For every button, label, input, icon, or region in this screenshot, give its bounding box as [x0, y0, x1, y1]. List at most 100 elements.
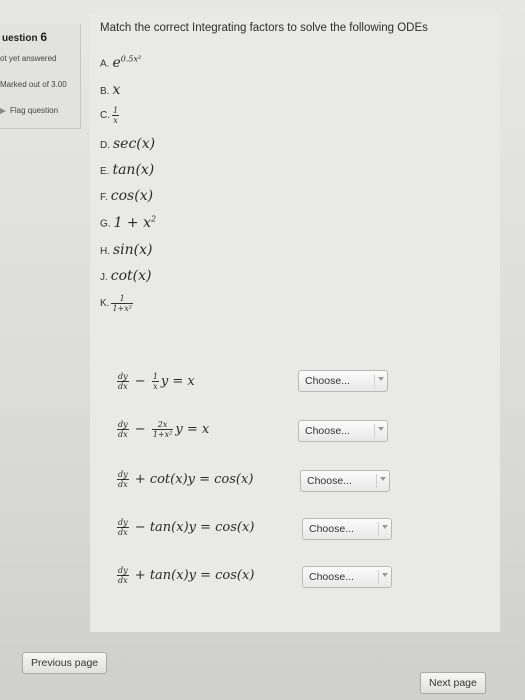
option-expr: sin(x)	[113, 242, 153, 258]
equation-4: dy dx − tan(x)y = cos(x)	[115, 518, 254, 537]
fraction-numerator: dy	[117, 518, 129, 528]
question-number-value: 6	[40, 30, 48, 44]
option-expr: tan(x)	[112, 162, 155, 178]
select-value: Choose...	[309, 571, 354, 583]
option-fraction: 1 1+x²	[111, 294, 133, 313]
option-letter: C.	[100, 110, 110, 122]
question-content: Match the correct Integrating factors to…	[90, 14, 500, 632]
derivative: dy dx	[117, 518, 129, 537]
option-expr: 1 + x	[113, 214, 151, 231]
fraction-numerator: dy	[117, 470, 129, 480]
option-d: D. sec(x)	[100, 136, 155, 152]
operator: −	[134, 422, 146, 437]
fraction-numerator: dy	[117, 372, 129, 382]
equation-tail: tan(x)y = cos(x)	[149, 568, 255, 583]
option-expr: x	[112, 82, 121, 98]
fraction-numerator: 1	[151, 372, 159, 382]
quiz-page: uestion 6 ot yet answered Marked out of …	[0, 0, 525, 700]
equation-1: dy dx − 1xy = x	[115, 372, 195, 391]
previous-page-button[interactable]: Previous page	[22, 652, 108, 674]
operator: +	[134, 472, 146, 487]
equation-tail: y = x	[160, 374, 195, 389]
choose-select-3[interactable]: Choose...	[300, 470, 390, 492]
option-letter: D.	[100, 140, 110, 151]
select-value: Choose...	[309, 523, 354, 535]
question-label: uestion	[2, 33, 38, 44]
fraction-denominator: dx	[118, 480, 128, 489]
fraction-numerator: dy	[117, 420, 129, 430]
option-letter: B.	[100, 86, 110, 97]
fraction-numerator: 2x	[151, 420, 174, 430]
next-page-button[interactable]: Next page	[420, 672, 486, 694]
option-expr: sec(x)	[113, 136, 156, 152]
select-value: Choose...	[305, 425, 350, 437]
fraction-numerator: 1	[112, 106, 120, 116]
fraction-denominator: dx	[118, 430, 128, 439]
choose-select-4[interactable]: Choose...	[302, 518, 392, 540]
fraction-denominator: 1+x²	[112, 304, 132, 313]
equation-tail: tan(x)y = cos(x)	[149, 520, 255, 535]
option-expr: e	[112, 54, 121, 71]
option-letter: J.	[100, 272, 108, 283]
fraction-denominator: dx	[118, 382, 128, 391]
option-letter: G.	[100, 218, 111, 230]
option-e: E. tan(x)	[100, 162, 154, 178]
derivative: dy dx	[117, 470, 129, 489]
equation-5: dy dx + tan(x)y = cos(x)	[115, 566, 254, 585]
option-fraction: 1x	[112, 106, 120, 125]
option-c: C. 1 x	[100, 106, 121, 125]
operator: −	[134, 374, 146, 389]
flag-question-link[interactable]: Flag question	[0, 106, 58, 115]
fraction-numerator: 1	[111, 294, 133, 304]
derivative: dy dx	[117, 566, 129, 585]
option-letter: F.	[100, 192, 108, 203]
select-value: Choose...	[305, 375, 350, 387]
chevron-down-icon	[378, 427, 384, 431]
option-letter: A.	[100, 58, 110, 70]
marks-info: Marked out of 3.00	[0, 80, 67, 89]
chevron-down-icon	[380, 477, 386, 481]
option-letter: K.	[100, 298, 110, 310]
option-j: J. cot(x)	[100, 268, 152, 284]
option-h: H. sin(x)	[100, 242, 153, 258]
option-expr: cos(x)	[110, 188, 154, 204]
coefficient: 2x 1+x²	[151, 420, 174, 439]
chevron-down-icon	[382, 573, 388, 577]
derivative: dy dx	[117, 420, 129, 439]
equation-3: dy dx + cot(x)y = cos(x)	[115, 470, 253, 489]
question-info-panel: uestion 6 ot yet answered Marked out of …	[0, 24, 81, 129]
choose-select-2[interactable]: Choose...	[298, 420, 388, 442]
fraction-denominator: dx	[118, 528, 128, 537]
fraction-denominator: x	[113, 116, 118, 125]
option-b: B. x	[100, 82, 120, 98]
option-k: K. 1 1+x²	[100, 294, 135, 313]
fraction-denominator: 1+x²	[152, 430, 173, 439]
derivative: dy dx	[117, 372, 129, 391]
option-expr: cot(x)	[110, 268, 152, 284]
option-letter: E.	[100, 166, 110, 177]
choose-select-5[interactable]: Choose...	[302, 566, 392, 588]
option-g: G. 1 + x2	[100, 214, 156, 231]
option-f: F. cos(x)	[100, 188, 153, 204]
option-letter: H.	[100, 246, 110, 257]
flag-icon	[0, 107, 6, 114]
equation-tail: cot(x)y = cos(x)	[149, 472, 254, 487]
question-prompt: Match the correct Integrating factors to…	[100, 22, 428, 34]
fraction-denominator: x	[153, 382, 158, 391]
equation-tail: y = x	[175, 422, 210, 437]
chevron-down-icon	[382, 525, 388, 529]
option-a: A. e0.5x²	[100, 54, 141, 71]
question-number: uestion 6	[2, 30, 47, 44]
select-value: Choose...	[307, 475, 352, 487]
option-exponent: 0.5x²	[120, 54, 142, 63]
equation-2: dy dx − 2x 1+x² y = x	[115, 420, 209, 439]
fraction-denominator: dx	[118, 576, 128, 585]
operator: +	[134, 568, 146, 583]
flag-question-label: Flag question	[10, 106, 59, 115]
operator: −	[134, 520, 146, 535]
option-exponent: 2	[151, 214, 157, 223]
fraction-numerator: dy	[117, 566, 129, 576]
chevron-down-icon	[378, 377, 384, 381]
answer-status: ot yet answered	[0, 54, 57, 63]
choose-select-1[interactable]: Choose...	[298, 370, 388, 392]
